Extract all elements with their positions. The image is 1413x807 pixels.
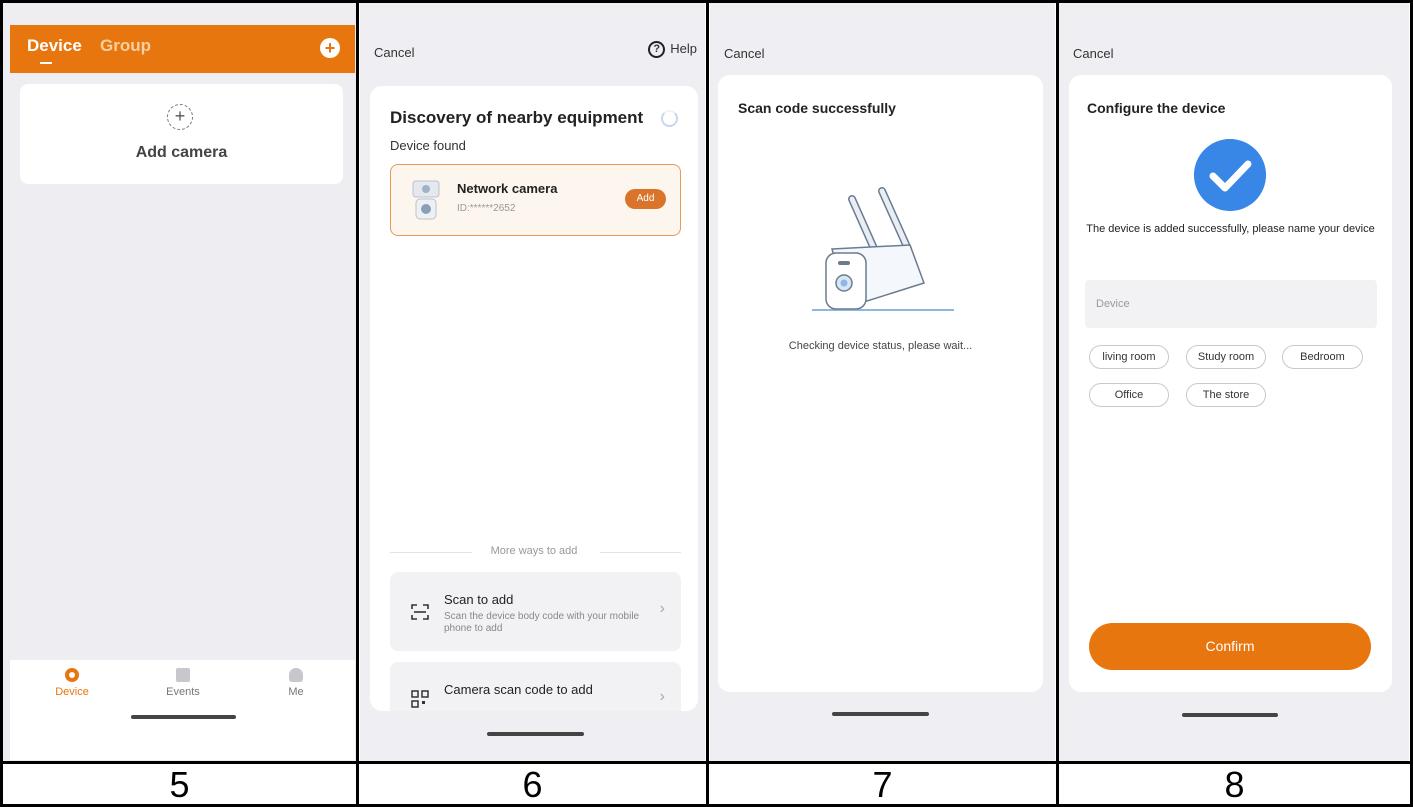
configure-title: Configure the device (1087, 100, 1226, 116)
success-check-icon (1194, 139, 1266, 211)
scan-success-title: Scan code successfully (738, 100, 896, 116)
add-circle-icon: + (167, 104, 193, 130)
home-indicator (1182, 713, 1278, 717)
tab-active-indicator (40, 62, 52, 64)
chevron-right-icon: › (659, 600, 665, 617)
panel-step-5: Device Group + + Add camera Device Event… (3, 3, 356, 763)
add-camera-card[interactable]: + Add camera (20, 84, 343, 184)
tab-device[interactable]: Device (27, 36, 82, 56)
panel-step-7: Cancel Scan code successfully Checking d… (710, 3, 1055, 763)
grid-line (356, 0, 359, 807)
nav-device-label: Device (55, 686, 89, 698)
scan-to-add-title: Scan to add (444, 592, 514, 607)
divider-right (600, 552, 681, 553)
grid-line (1056, 0, 1059, 807)
more-ways-label: More ways to add (490, 545, 578, 557)
user-icon (289, 668, 303, 682)
configure-sheet: Configure the device The device is added… (1069, 75, 1392, 692)
camera-scan-option[interactable]: Camera scan code to add › (390, 662, 681, 711)
add-camera-label: Add camera (135, 144, 228, 161)
tab-group[interactable]: Group (100, 36, 151, 56)
device-found-label: Device found (390, 138, 466, 153)
chip-study-room[interactable]: Study room (1186, 345, 1266, 369)
chevron-right-icon: › (659, 688, 665, 705)
home-indicator (832, 712, 929, 716)
confirm-button[interactable]: Confirm (1089, 623, 1371, 670)
camera-illustration-icon (812, 187, 954, 311)
home-indicator (487, 732, 584, 736)
device-status-text: Checking device status, please wait... (788, 340, 973, 352)
cancel-button[interactable]: Cancel (1073, 46, 1113, 61)
step-number-row: 5 6 7 8 (0, 763, 1413, 807)
scan-to-add-description: Scan the device body code with your mobi… (444, 611, 640, 634)
discovery-title: Discovery of nearby equipment (390, 108, 644, 127)
grid-line (706, 0, 709, 807)
home-indicator (131, 715, 236, 719)
add-device-icon[interactable]: + (320, 38, 340, 58)
bottom-nav: Device Events Me (10, 660, 355, 760)
chip-office[interactable]: Office (1089, 383, 1169, 407)
camera-scan-title: Camera scan code to add (444, 682, 593, 697)
grid-line (0, 0, 1413, 3)
nav-me-label: Me (288, 686, 304, 698)
scan-icon (411, 604, 429, 620)
help-icon: ? (648, 41, 666, 59)
nav-events-label: Events (166, 686, 200, 698)
scan-result-sheet: Scan code successfully Checking device s… (718, 75, 1043, 692)
panel-step-8: Cancel Configure the device The device i… (1059, 3, 1409, 763)
camera-icon (65, 668, 79, 682)
scan-to-add-option[interactable]: Scan to add Scan the device body code wi… (390, 572, 681, 651)
device-name: Network camera (457, 181, 558, 196)
loading-spinner-icon (661, 110, 678, 127)
panel-step-6: Cancel ? Help Discovery of nearby equipme… (360, 3, 705, 763)
step-number: 5 (169, 764, 190, 805)
add-device-button[interactable]: Add (625, 189, 666, 209)
nav-item-device[interactable]: Device (42, 668, 102, 698)
help-label: Help (670, 41, 697, 56)
discovery-sheet: Discovery of nearby equipment Device fou… (370, 86, 698, 711)
chip-living-room[interactable]: living room (1089, 345, 1169, 369)
success-message: The device is added successfully, please… (1086, 223, 1375, 235)
device-header-bar: Device Group + (10, 25, 355, 73)
device-name-input[interactable] (1085, 280, 1377, 328)
qr-code-icon (411, 690, 429, 708)
chip-the-store[interactable]: The store (1186, 383, 1266, 407)
step-number: 6 (522, 764, 543, 805)
message-icon (176, 668, 190, 682)
device-id: ID:******2652 (457, 203, 516, 214)
help-button[interactable]: ? Help (648, 41, 697, 59)
step-number: 8 (1224, 764, 1245, 805)
cancel-button[interactable]: Cancel (374, 45, 414, 60)
grid-line (0, 0, 3, 807)
step-number: 7 (872, 764, 893, 805)
nav-item-events[interactable]: Events (153, 668, 213, 698)
chip-bedroom[interactable]: Bedroom (1282, 345, 1363, 369)
nav-item-me[interactable]: Me (266, 668, 326, 698)
found-device-card[interactable]: Network camera ID:******2652 Add (390, 164, 681, 236)
cancel-button[interactable]: Cancel (724, 46, 764, 61)
network-camera-icon (412, 180, 440, 220)
